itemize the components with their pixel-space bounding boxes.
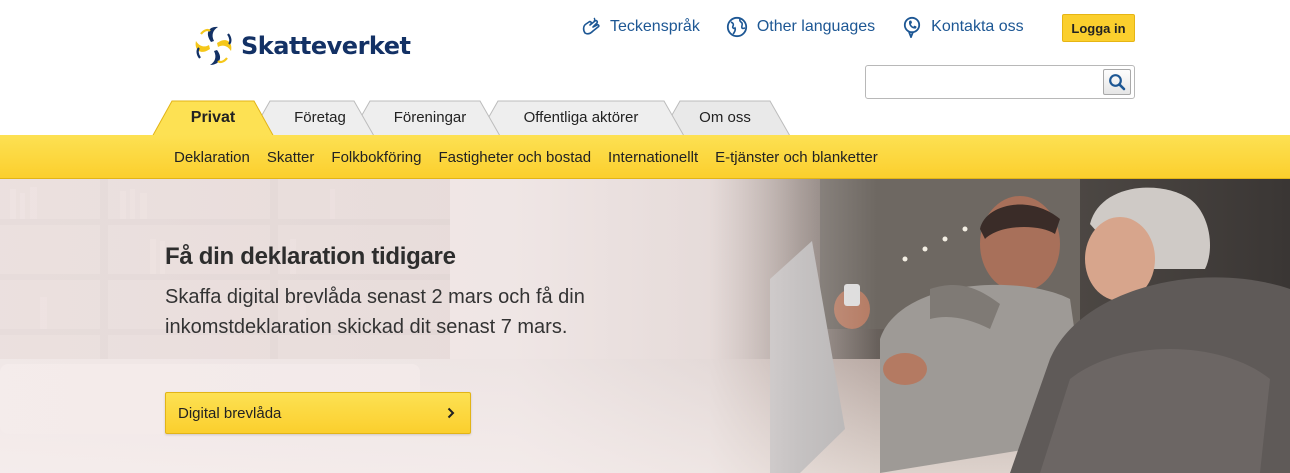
skatteverket-logo[interactable]: Skatteverket: [190, 24, 411, 68]
tab-offentliga-aktorer-label: Offentliga aktörer: [523, 109, 639, 126]
search-button[interactable]: [1103, 69, 1131, 95]
search-icon: [1109, 74, 1126, 91]
sign-language-link[interactable]: Teckenspråk: [580, 14, 700, 40]
contact-icon: [904, 16, 921, 38]
other-languages-label: Other languages: [756, 18, 876, 35]
login-button[interactable]: Logga in: [1062, 14, 1135, 42]
search-box: [865, 65, 1135, 99]
contact-label: Kontakta oss: [931, 18, 1024, 35]
main-tabs: Om oss Offentliga aktörer Föreningar För…: [152, 100, 802, 137]
digital-mailbox-button-label: Digital brevlåda: [178, 404, 282, 422]
contact-link[interactable]: Kontakta oss: [901, 14, 1024, 40]
tab-foreningar-label: Föreningar: [393, 109, 467, 126]
sub-navigation: Deklaration Skatter Folkbokföring Fastig…: [0, 135, 1290, 179]
search-input[interactable]: [870, 70, 1100, 94]
other-languages-link[interactable]: Other languages: [726, 14, 875, 40]
hero-title: Få din deklaration tidigare: [165, 243, 456, 270]
hero-banner: Få din deklaration tidigare Skaffa digit…: [0, 179, 1290, 473]
tab-foretag-label: Företag: [294, 109, 346, 126]
subnav-item-internationellt[interactable]: Internationellt: [608, 149, 698, 166]
subnav-item-etjanster[interactable]: E-tjänster och blanketter: [715, 149, 878, 166]
chevron-right-icon: [447, 407, 455, 419]
subnav-item-folkbokforing[interactable]: Folkbokföring: [331, 149, 421, 166]
globe-icon: [726, 16, 747, 38]
tab-offentliga-aktorer[interactable]: Offentliga aktörer: [478, 100, 684, 136]
subnav-item-skatter[interactable]: Skatter: [267, 149, 315, 166]
digital-mailbox-button[interactable]: Digital brevlåda: [165, 392, 471, 434]
tab-privat[interactable]: Privat: [152, 100, 276, 137]
sign-language-label: Teckenspråk: [610, 18, 700, 35]
tab-privat-label: Privat: [190, 109, 236, 126]
logo-text: Skatteverket: [241, 32, 411, 60]
subnav-item-fastigheter[interactable]: Fastigheter och bostad: [438, 149, 591, 166]
subnav-item-deklaration[interactable]: Deklaration: [174, 149, 250, 166]
hero-text: Skaffa digital brevlåda senast 2 mars oc…: [165, 286, 585, 338]
logo-icon: [195, 26, 232, 65]
top-links: Teckenspråk Other languages Kontakta oss: [580, 14, 1050, 40]
sign-language-icon: [582, 17, 600, 35]
